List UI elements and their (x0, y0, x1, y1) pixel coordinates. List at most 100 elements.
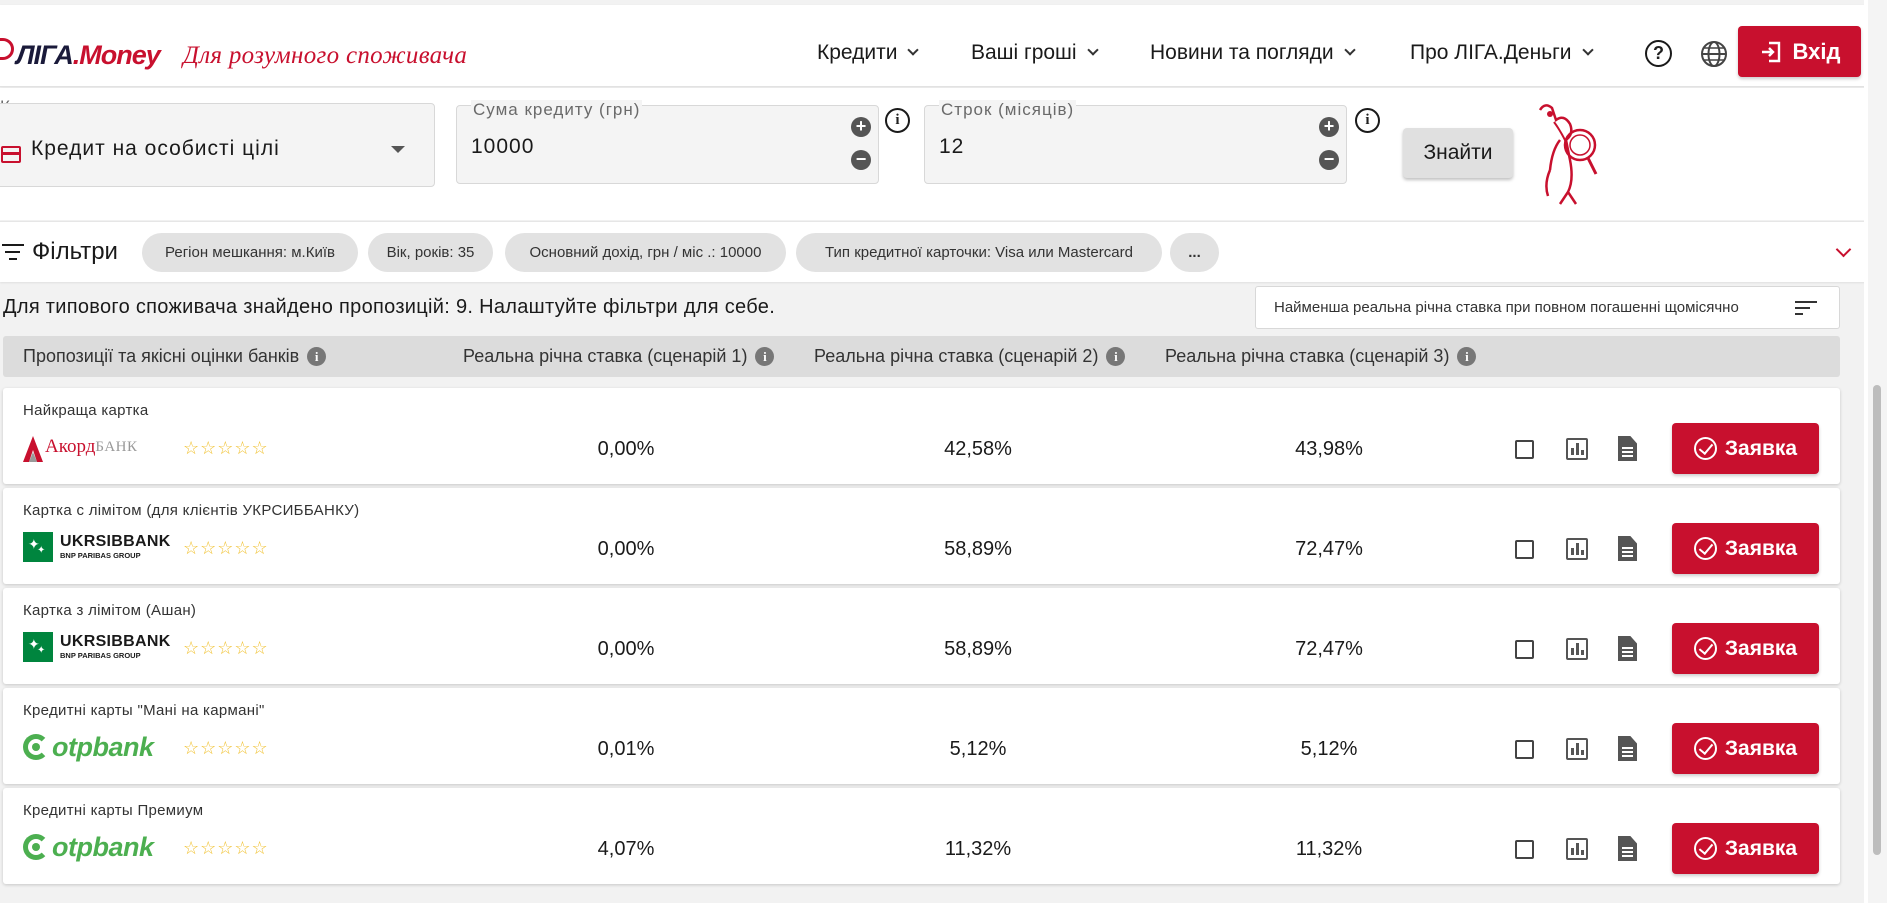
check-circle-icon (1693, 437, 1717, 460)
info-icon[interactable]: i (307, 347, 327, 366)
filter-chip-income[interactable]: Основний дохід, грн / міс .: 10000 (505, 233, 786, 272)
bank-name: otpbank (52, 831, 154, 862)
expand-chevron-icon[interactable] (1835, 241, 1852, 258)
column-header-rate-3: Реальна річна ставка (сценарій 3) i (1165, 346, 1477, 367)
nav-your-money-label: Ваші гроші (971, 41, 1077, 64)
nav-news[interactable]: Новини та погляди (1150, 41, 1356, 65)
chart-icon[interactable] (1566, 638, 1588, 660)
compare-checkbox[interactable] (1515, 740, 1534, 759)
bank-name: otpbank (52, 731, 154, 762)
offer-row: Кредитні карты "Мані на кармані" otpbank… (3, 688, 1840, 784)
filter-chip-card-type[interactable]: Тип кредитної карточки: Visa или Masterc… (796, 233, 1162, 272)
results-summary: Для типового споживача знайдено пропозиц… (3, 296, 776, 318)
scrollbar[interactable] (1868, 0, 1887, 903)
scrollbar-thumb[interactable] (1873, 385, 1881, 855)
credit-type-select[interactable]: Кредит на особисті цілі (0, 103, 435, 187)
chart-icon[interactable] (1566, 838, 1588, 860)
filter-chip-age[interactable]: Вік, років: 35 (368, 233, 493, 272)
site-header: ЛІГА .Money Для розумного споживача Кред… (0, 5, 1868, 87)
compare-checkbox[interactable] (1515, 540, 1534, 559)
check-circle-icon (1693, 537, 1717, 560)
compare-checkbox[interactable] (1515, 840, 1534, 859)
loan-amount-value: 10000 (471, 135, 535, 158)
site-logo[interactable]: ЛІГА .Money (0, 35, 161, 75)
logo-mark (0, 38, 14, 60)
filter-chip-region[interactable]: Регіон мешкання: м.Київ (142, 233, 358, 272)
minus-icon[interactable]: − (1319, 150, 1339, 170)
rate-scenario-3: 43,98% (1295, 438, 1363, 460)
info-icon[interactable]: i (1106, 347, 1126, 366)
bank-logo[interactable]: ✦ ✦ UKRSIBBANK BNP PARIBAS GROUP (23, 530, 173, 564)
bank-logo[interactable]: Акорд БАНК (23, 430, 173, 464)
document-icon[interactable] (1618, 736, 1637, 761)
document-icon[interactable] (1618, 636, 1637, 661)
info-icon[interactable]: i (1457, 347, 1477, 366)
rate-scenario-1: 0,00% (597, 538, 655, 560)
offer-title[interactable]: Картка з лімітом (Ашан) (23, 602, 196, 619)
document-icon[interactable] (1618, 436, 1637, 461)
rate-scenario-2: 58,89% (944, 638, 1012, 660)
offer-row: Найкраща картка Акорд БАНК ☆☆☆☆☆ 0,00% 4… (3, 388, 1840, 484)
apply-button[interactable]: Заявка (1672, 523, 1819, 574)
find-button[interactable]: Знайти (1403, 128, 1513, 178)
nav-credits[interactable]: Кредити (817, 41, 920, 65)
apply-button[interactable]: Заявка (1672, 823, 1819, 874)
apply-button[interactable]: Заявка (1672, 423, 1819, 474)
help-circle-icon[interactable]: ? (1645, 40, 1672, 67)
rate-scenario-2: 11,32% (944, 838, 1012, 860)
document-icon[interactable] (1618, 836, 1637, 861)
rate-scenario-1: 4,07% (597, 838, 655, 860)
document-icon[interactable] (1618, 536, 1637, 561)
sort-select[interactable]: Найменша реальна річна ставка при повном… (1255, 286, 1840, 329)
chart-icon[interactable] (1566, 538, 1588, 560)
bank-logo[interactable]: ✦ ✦ UKRSIBBANK BNP PARIBAS GROUP (23, 630, 173, 664)
rate-scenario-1: 0,00% (597, 438, 655, 460)
column-header-label: Пропозиції та якісні оцінки банків (23, 346, 300, 366)
loan-term-field[interactable]: Строк (місяців) 12 + − (924, 100, 1347, 184)
bank-logo[interactable]: otpbank (23, 830, 173, 864)
offer-title[interactable]: Кредитні карты "Мані на кармані" (23, 702, 265, 719)
plus-icon[interactable]: + (1319, 117, 1339, 137)
plus-icon[interactable]: + (851, 117, 871, 137)
apply-button[interactable]: Заявка (1672, 623, 1819, 674)
minus-icon[interactable]: − (851, 150, 871, 170)
globe-icon[interactable] (1700, 40, 1728, 68)
credit-type-value: Кредит на особисті цілі (31, 137, 280, 160)
nav-your-money[interactable]: Ваші гроші (971, 41, 1099, 65)
bank-group: BNP PARIBAS GROUP (60, 651, 141, 661)
rating-stars: ☆☆☆☆☆ (183, 438, 269, 458)
ukrsib-logo-mark: ✦ ✦ (23, 632, 53, 662)
compare-checkbox[interactable] (1515, 640, 1534, 659)
filter-chip-more[interactable]: ... (1170, 233, 1219, 272)
offer-title[interactable]: Картка с лімітом (для клієнтів УКРСИББАН… (23, 502, 359, 519)
compare-checkbox[interactable] (1515, 440, 1534, 459)
login-button[interactable]: Вхід (1738, 26, 1861, 77)
akord-logo-mark (23, 436, 43, 462)
rate-scenario-3: 11,32% (1295, 838, 1363, 860)
offer-row: Кредитні карты Премиум otpbank ☆☆☆☆☆ 4,0… (3, 788, 1840, 884)
nav-about[interactable]: Про ЛІГА.Деньги (1410, 41, 1594, 65)
apply-button[interactable]: Заявка (1672, 723, 1819, 774)
rate-scenario-2: 5,12% (949, 738, 1007, 760)
chart-icon[interactable] (1566, 438, 1588, 460)
bank-name: Акорд (45, 436, 96, 457)
info-icon[interactable]: i (885, 108, 910, 133)
filter-icon[interactable] (2, 244, 24, 260)
chart-icon[interactable] (1566, 738, 1588, 760)
dropdown-caret-icon (391, 146, 405, 153)
offer-title[interactable]: Кредитні карты Премиум (23, 802, 203, 819)
nav-news-label: Новини та погляди (1150, 41, 1334, 64)
filters-title[interactable]: Фільтри (32, 238, 118, 266)
info-icon[interactable]: i (1355, 108, 1380, 133)
loan-amount-field[interactable]: Сума кредиту (грн) 10000 + − (456, 100, 879, 184)
search-panel: Кредит Кредит на особисті цілі Сума кред… (0, 88, 1868, 220)
rate-scenario-3: 72,47% (1295, 538, 1363, 560)
mascot-illustration (1538, 104, 1598, 205)
bank-logo[interactable]: otpbank (23, 730, 173, 764)
chevron-down-icon (1086, 44, 1099, 56)
bank-name: UKRSIBBANK (60, 633, 171, 651)
info-icon[interactable]: i (755, 347, 775, 366)
nav-about-label: Про ЛІГА.Деньги (1410, 41, 1572, 64)
offer-title[interactable]: Найкраща картка (23, 402, 149, 419)
rate-scenario-3: 5,12% (1300, 738, 1358, 760)
